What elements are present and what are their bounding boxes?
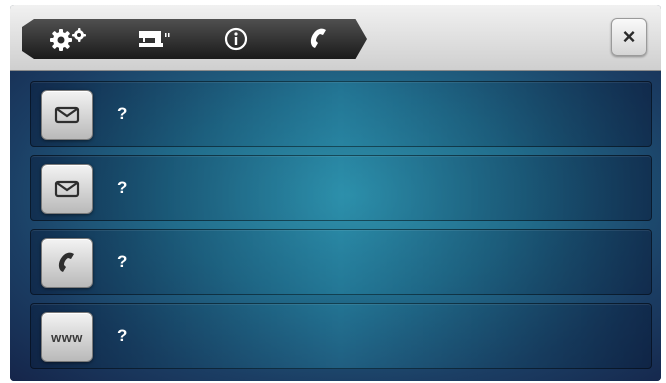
- contact-list: ? ? ? www ?: [10, 71, 661, 381]
- machine-icon: [139, 31, 170, 47]
- envelope-icon: [54, 106, 80, 124]
- list-item-phone: ?: [30, 229, 652, 295]
- tab-phone[interactable]: [271, 19, 367, 59]
- phone-icon: [310, 28, 326, 48]
- list-item-website: www ?: [30, 303, 652, 369]
- settings-gears-icon: [50, 28, 86, 51]
- tab-info[interactable]: [188, 19, 284, 59]
- phone-button[interactable]: [41, 238, 93, 288]
- close-button[interactable]: ×: [611, 18, 647, 56]
- tab-settings[interactable]: [22, 19, 118, 59]
- phone-icon: [58, 252, 74, 272]
- email-button-1[interactable]: [41, 90, 93, 140]
- phone-value: ?: [117, 252, 128, 271]
- email-button-2[interactable]: [41, 164, 93, 214]
- website-value: ?: [117, 326, 128, 345]
- close-icon: ×: [622, 24, 636, 49]
- contact-info-window: × ? ? ? www ?: [10, 5, 661, 381]
- envelope-icon: [54, 180, 80, 198]
- website-button[interactable]: www: [41, 312, 93, 362]
- email-value-1: ?: [117, 104, 128, 123]
- www-icon: www: [51, 329, 83, 345]
- tab-machine[interactable]: [105, 19, 201, 59]
- list-item-email-1: ?: [30, 81, 652, 147]
- list-item-email-2: ?: [30, 155, 652, 221]
- email-value-2: ?: [117, 178, 128, 197]
- info-icon: [224, 27, 248, 51]
- toolbar: ×: [10, 5, 661, 71]
